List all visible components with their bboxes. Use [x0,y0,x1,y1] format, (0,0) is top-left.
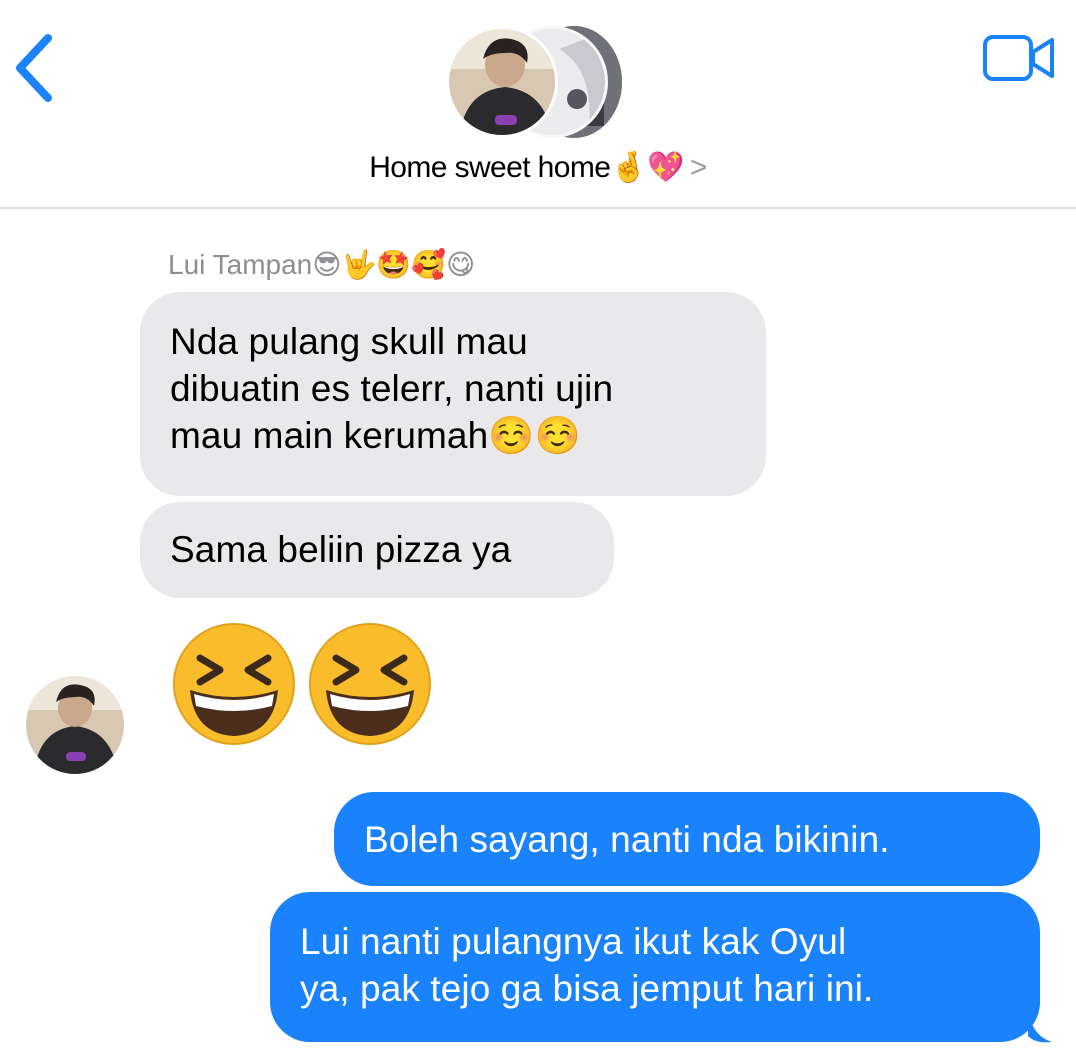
group-avatar-stack[interactable] [444,24,624,142]
message-line: Nda pulang skull mau [170,321,528,362]
bubble-tail [1028,1010,1052,1043]
sender-avatar[interactable] [26,676,124,774]
conversation-header: Home sweet home🤞💖 > [0,0,1076,209]
group-name: Home sweet home [369,151,611,184]
video-call-button[interactable] [982,34,1056,82]
emoji-message[interactable]: 😆😆 [170,622,440,746]
group-name-button[interactable]: Home sweet home🤞💖 > [0,150,1076,198]
message-line: dibuatin es telerr, nanti ujin [170,368,614,409]
message-line: Sama beliin pizza ya [170,529,512,570]
outgoing-message-bubble[interactable]: Lui nanti pulangnya ikut kak Oyul ya, pa… [270,892,1040,1042]
back-button[interactable] [10,30,60,106]
grinning-squinting-face-icon [173,623,431,745]
sender-name: Lui Tampan😎🤟🤩🥰😋 [168,249,476,280]
video-camera-icon [983,35,1054,81]
chevron-left-icon [16,34,52,102]
member-avatar [446,26,558,138]
incoming-message-bubble[interactable]: Sama beliin pizza ya [140,502,614,598]
message-line: Boleh sayang, nanti nda bikinin. [364,819,890,860]
message-line: ya, pak tejo ga bisa jemput hari ini. [300,968,874,1009]
chevron-right-icon: > [689,151,708,184]
message-line: mau main kerumah☺️☺️ [170,415,581,456]
group-name-emojis: 🤞💖 [610,151,684,184]
message-line: Lui nanti pulangnya ikut kak Oyul [300,921,847,962]
incoming-message-bubble[interactable]: Nda pulang skull mau dibuatin es telerr,… [140,292,766,496]
outgoing-message-bubble[interactable]: Boleh sayang, nanti nda bikinin. [334,792,1040,886]
